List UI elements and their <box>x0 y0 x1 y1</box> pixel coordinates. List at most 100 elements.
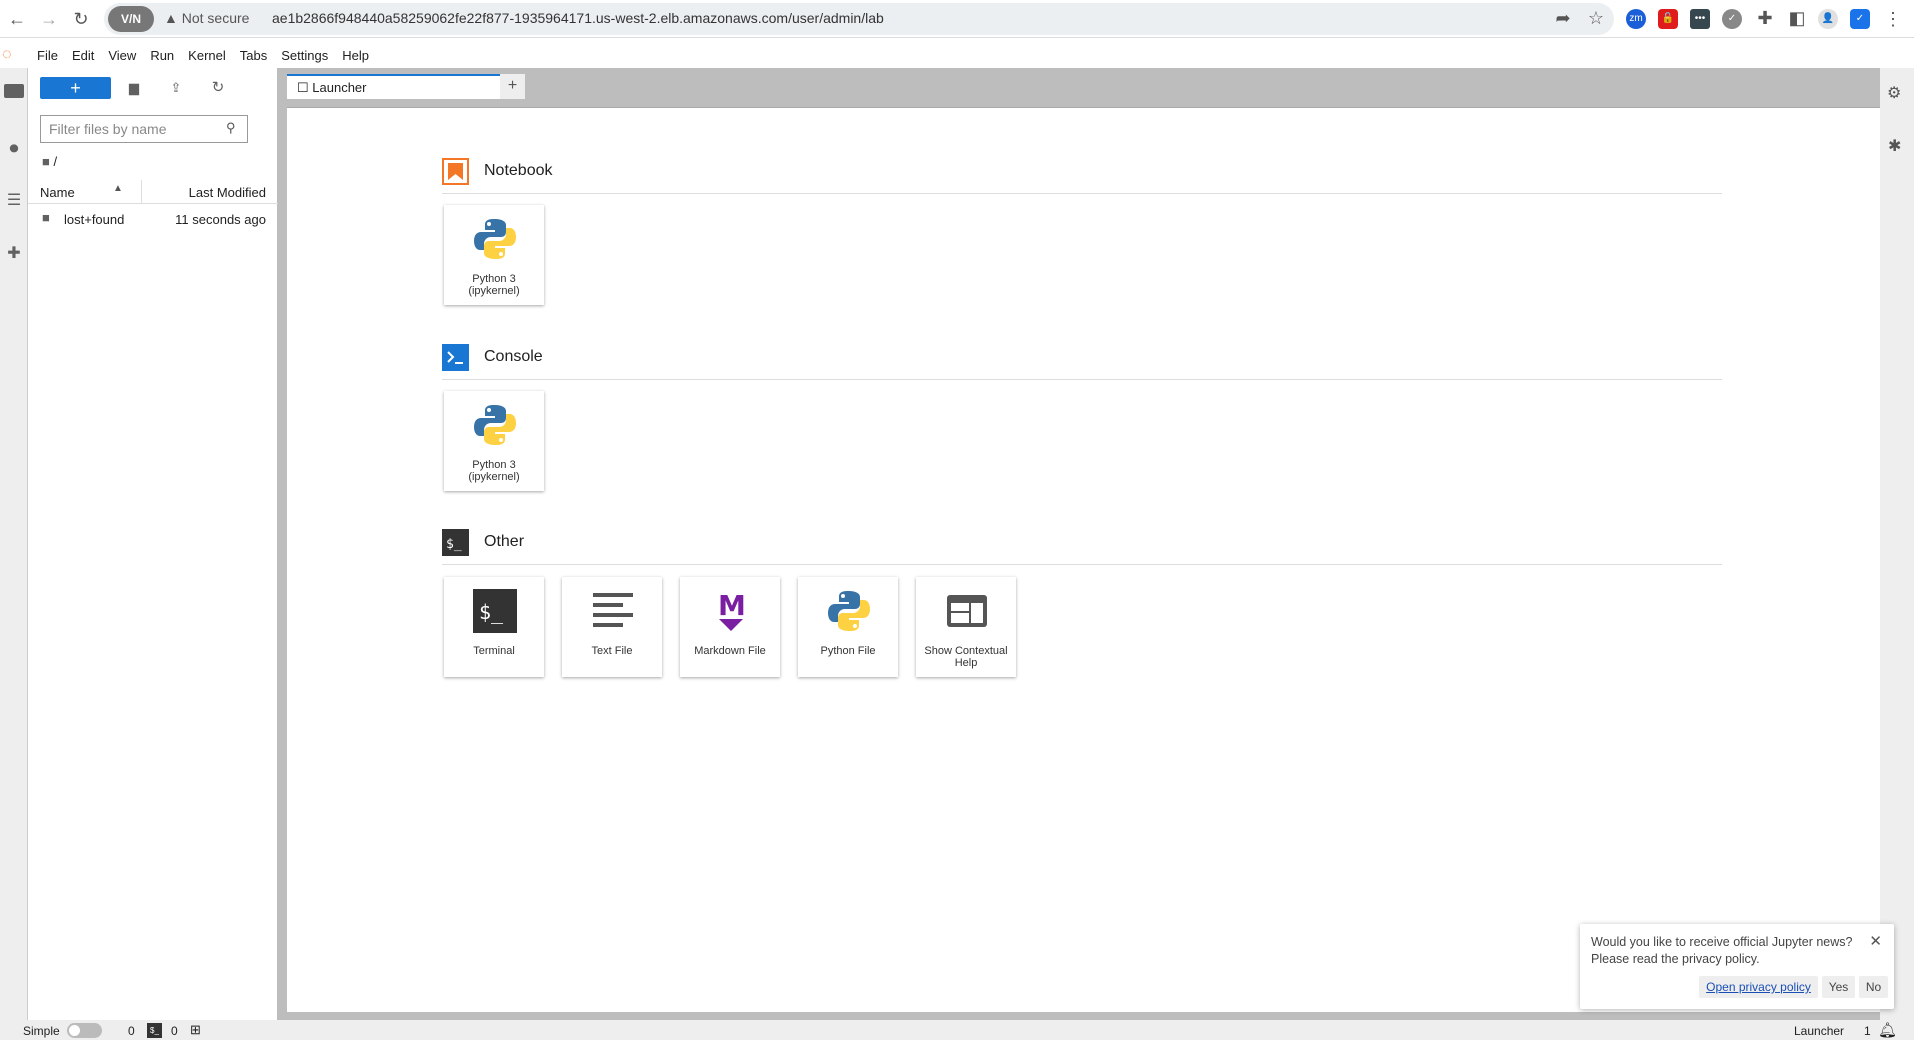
breadcrumb[interactable]: ■ / <box>42 154 57 169</box>
console-python3-card[interactable]: Python 3 (ipykernel) <box>444 391 544 491</box>
markdown-file-card[interactable]: M Markdown File <box>680 577 780 677</box>
notebook-python3-card[interactable]: Python 3 (ipykernel) <box>444 205 544 305</box>
simple-mode-toggle[interactable] <box>67 1023 102 1038</box>
file-row[interactable]: ■ lost+found 11 seconds ago <box>28 207 278 231</box>
reload-icon[interactable]: ↻ <box>70 8 92 30</box>
debugger-bug-icon[interactable]: ✱ <box>1888 136 1901 156</box>
contextual-help-icon <box>947 595 987 627</box>
vpn-badge[interactable]: V/N <box>108 6 154 32</box>
python-file-card[interactable]: Python File <box>798 577 898 677</box>
new-launcher-button[interactable]: + <box>40 77 111 99</box>
contextual-help-card[interactable]: Show Contextual Help <box>916 577 1016 677</box>
section-title: Other <box>484 533 525 550</box>
property-inspector-gears-icon[interactable]: ⚙ <box>1887 83 1901 103</box>
menu-help[interactable]: Help <box>342 44 369 68</box>
news-notification-toast: Would you like to receive official Jupyt… <box>1580 924 1894 1009</box>
text-file-card[interactable]: Text File <box>562 577 662 677</box>
tab-launcher[interactable]: ☐ Launcher <box>287 74 500 99</box>
section-other: $_ Other <box>442 525 1722 565</box>
warning-icon: ▲ <box>164 10 182 26</box>
bell-icon[interactable]: 🔔︎ <box>1878 1021 1897 1039</box>
sort-ascending-icon[interactable]: ▲ <box>113 183 123 194</box>
simple-mode-label: Simple <box>23 1024 60 1038</box>
launcher-panel: Notebook Python 3 (ipykernel) Console Py… <box>287 107 1881 1012</box>
zoom-extension-icon[interactable]: zm <box>1626 9 1646 29</box>
shield-extension-icon[interactable]: ✓ <box>1850 9 1870 29</box>
terminal-card[interactable]: $_ Terminal <box>444 577 544 677</box>
last-modified-column-header[interactable]: Last Modified <box>189 185 266 200</box>
tab-label: Launcher <box>312 80 367 95</box>
folder-icon: ■ <box>42 210 50 225</box>
main-dock-area: ☐ Launcher + Notebook Python 3 (ipykerne… <box>278 68 1881 1020</box>
card-label: Terminal <box>473 645 515 657</box>
section-title: Notebook <box>484 162 553 179</box>
python-logo-icon <box>474 405 516 445</box>
svg-text:$_: $_ <box>446 537 462 552</box>
search-icon: ⚲ <box>226 120 236 135</box>
svg-text:$_: $_ <box>479 600 504 624</box>
card-label: Python 3 (ipykernel) <box>468 459 520 483</box>
cpu-chip-icon[interactable]: ⊞ <box>190 1022 201 1038</box>
open-privacy-policy-link[interactable]: Open privacy policy <box>1699 976 1818 998</box>
folder-icon: ■ <box>42 154 54 169</box>
refresh-icon[interactable]: ↻ <box>208 78 228 98</box>
file-browser-icon[interactable] <box>4 84 24 98</box>
extensions-puzzle-icon[interactable]: ✚ <box>1754 7 1776 29</box>
terminal-icon: $_ <box>473 589 517 633</box>
password-extension-icon[interactable]: ••• <box>1690 9 1710 29</box>
left-sidebar-tabs: ⏺ ☰ ✚ <box>0 68 28 1020</box>
new-folder-icon[interactable]: ▆ <box>124 78 144 98</box>
python-logo-icon <box>828 591 870 631</box>
card-label: Text File <box>591 645 633 657</box>
url-text[interactable]: ae1b2866f948440a58259062fe22f877-1935964… <box>272 10 884 26</box>
kernel-count[interactable]: 0 <box>128 1024 135 1038</box>
menu-tabs[interactable]: Tabs <box>240 44 267 68</box>
file-name[interactable]: lost+found <box>64 212 124 227</box>
file-modified: 11 seconds ago <box>175 212 266 227</box>
status-bar: Simple 0 $_ 0 ⊞ Launcher 1 🔔︎ <box>0 1020 1914 1040</box>
menu-view[interactable]: View <box>108 44 136 68</box>
notification-message: Would you like to receive official Jupyt… <box>1591 935 1853 949</box>
path-root[interactable]: / <box>53 154 57 169</box>
filter-files-input[interactable] <box>40 115 248 143</box>
terminal-icon: $_ <box>442 529 469 556</box>
side-panel-icon[interactable]: ◧ <box>1786 7 1808 29</box>
share-icon[interactable]: ➦ <box>1552 7 1574 29</box>
upload-icon[interactable]: ⇪ <box>166 78 186 98</box>
card-label: Show Contextual Help <box>924 645 1008 669</box>
menu-settings[interactable]: Settings <box>281 44 328 68</box>
name-column-header[interactable]: Name <box>40 185 75 200</box>
bookmark-star-icon[interactable]: ☆ <box>1585 7 1607 29</box>
file-list-header: Name ▲ Last Modified <box>28 180 278 204</box>
yes-button[interactable]: Yes <box>1822 976 1855 998</box>
menu-edit[interactable]: Edit <box>72 44 94 68</box>
close-icon[interactable]: ✕ <box>1869 932 1882 950</box>
badge-extension-icon[interactable]: ✓ <box>1722 9 1742 29</box>
browser-menu-icon[interactable]: ⋮ <box>1882 8 1904 30</box>
notebook-icon <box>442 158 469 185</box>
menu-kernel[interactable]: Kernel <box>188 44 226 68</box>
column-divider <box>141 180 142 204</box>
menu-file[interactable]: File <box>37 44 58 68</box>
lock-extension-icon[interactable]: 🔓 <box>1658 9 1678 29</box>
notification-count[interactable]: 1 <box>1864 1024 1871 1038</box>
terminal-count[interactable]: 0 <box>171 1024 178 1038</box>
section-notebook: Notebook <box>442 154 1722 194</box>
profile-icon[interactable]: 👤 <box>1818 9 1838 29</box>
running-sessions-icon[interactable]: ⏺ <box>4 138 24 158</box>
menu-run[interactable]: Run <box>150 44 174 68</box>
no-button[interactable]: No <box>1859 976 1888 998</box>
file-browser-panel: + ▆ ⇪ ↻ ⚲ ■ / Name ▲ Last Modified ■ los… <box>28 68 278 1020</box>
browser-toolbar: ← → ↻ V/N ▲ Not secure ae1b2866f948440a5… <box>0 0 1914 38</box>
card-label: Markdown File <box>694 645 766 657</box>
security-label: Not secure <box>181 10 250 26</box>
add-tab-button[interactable]: + <box>500 74 525 99</box>
notification-message-2: Please read the privacy policy. <box>1591 952 1760 966</box>
back-icon[interactable]: ← <box>6 8 28 30</box>
extension-manager-icon[interactable]: ✚ <box>4 243 24 263</box>
terminal-icon: $_ <box>147 1023 162 1038</box>
forward-icon[interactable]: → <box>38 8 60 30</box>
not-secure-indicator[interactable]: ▲ Not secure <box>164 10 249 26</box>
jupyter-logo-icon: ◌ <box>2 46 12 63</box>
table-of-contents-icon[interactable]: ☰ <box>4 190 24 210</box>
